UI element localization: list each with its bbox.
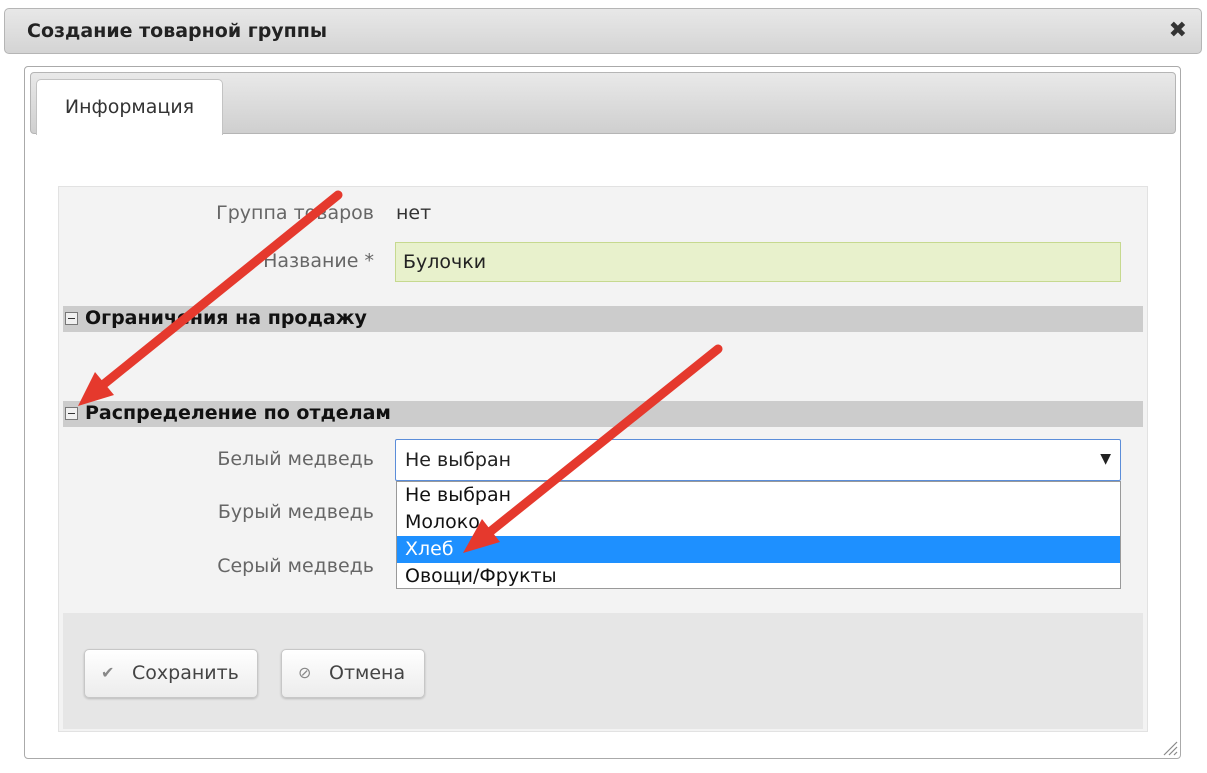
dialog-titlebar: Создание товарной группы ✖ — [4, 8, 1202, 54]
department-select-value: Не выбран — [405, 449, 512, 471]
save-button[interactable]: ✔ Сохранить — [84, 649, 258, 698]
save-button-label: Сохранить — [132, 662, 239, 684]
option-not-selected[interactable]: Не выбран — [397, 482, 1120, 509]
section-distribution[interactable]: Распределение по отделам — [63, 401, 1143, 427]
cancel-button[interactable]: ⊘ Отмена — [281, 649, 425, 698]
option-vegetables-fruits[interactable]: Овощи/Фрукты — [397, 563, 1120, 590]
collapse-icon[interactable] — [65, 407, 78, 420]
option-milk[interactable]: Молоко — [397, 509, 1120, 536]
check-icon: ✔ — [101, 663, 115, 682]
dialog-title: Создание товарной группы — [27, 20, 328, 42]
section-restrictions[interactable]: Ограничения на продажу — [63, 306, 1143, 332]
ban-icon: ⊘ — [298, 663, 312, 682]
cancel-button-label: Отмена — [329, 662, 406, 684]
tab-information[interactable]: Информация — [36, 79, 223, 135]
tab-information-label: Информация — [64, 96, 195, 118]
section-restrictions-title: Ограничения на продажу — [85, 307, 367, 329]
department-options-list: Не выбран Молоко Хлеб Овощи/Фрукты — [396, 481, 1121, 589]
section-distribution-title: Распределение по отделам — [85, 402, 391, 424]
department-label: Белый медведь — [217, 448, 374, 470]
department-select[interactable]: Не выбран ▼ — [395, 439, 1121, 481]
department-label: Бурый медведь — [217, 501, 374, 523]
department-label: Серый медведь — [217, 555, 374, 577]
collapse-icon[interactable] — [65, 312, 78, 325]
close-icon[interactable]: ✖ — [1169, 18, 1187, 43]
option-bread[interactable]: Хлеб — [397, 536, 1120, 563]
name-input[interactable] — [395, 242, 1121, 282]
group-label: Группа товаров — [216, 202, 374, 224]
resize-grip-icon[interactable] — [1160, 738, 1178, 756]
dropdown-arrow-icon[interactable]: ▼ — [1100, 451, 1111, 467]
name-label: Название * — [263, 250, 374, 272]
group-value: нет — [396, 202, 432, 224]
